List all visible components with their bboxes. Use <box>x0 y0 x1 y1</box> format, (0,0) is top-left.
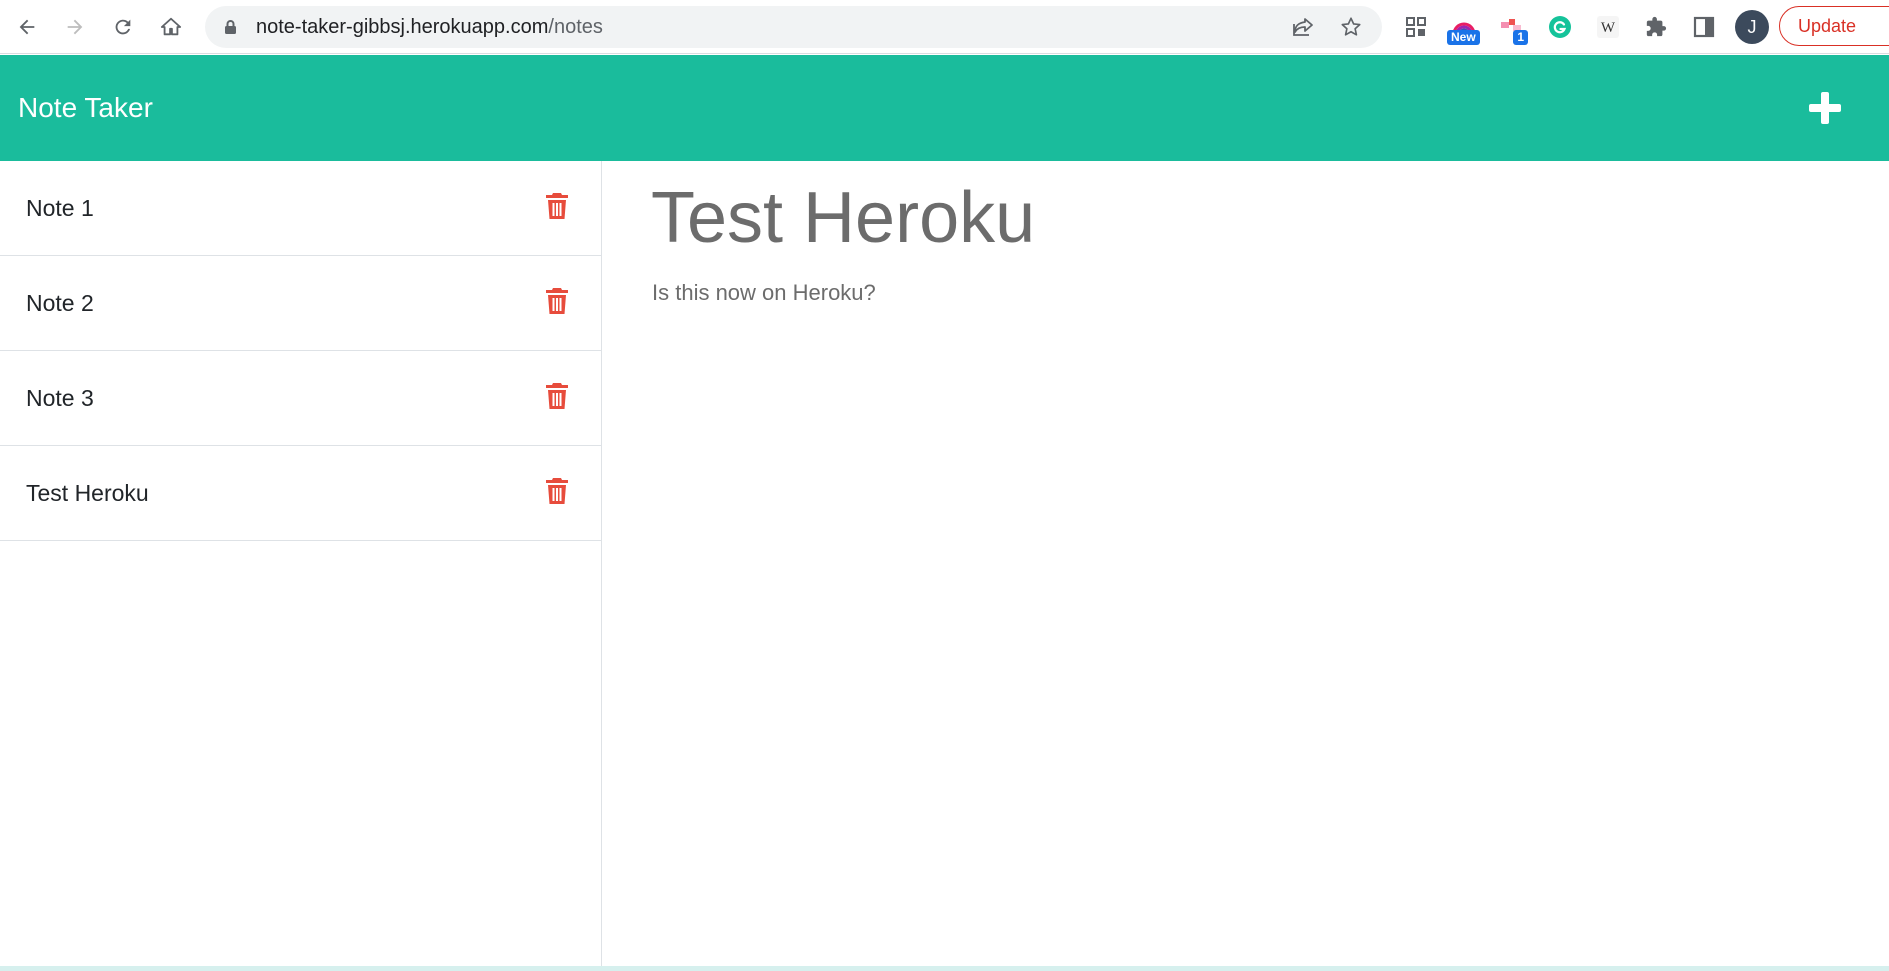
puzzle-pink-extension-icon[interactable]: 1 <box>1488 3 1536 51</box>
delete-note-button[interactable] <box>543 474 571 508</box>
new-badge: New <box>1447 30 1480 45</box>
back-button[interactable] <box>3 3 51 51</box>
bookmark-star-icon[interactable] <box>1330 6 1372 48</box>
note-title[interactable]: Note 3 <box>26 385 94 412</box>
list-item[interactable]: Note 1 <box>0 161 601 256</box>
forward-button[interactable] <box>51 3 99 51</box>
trash-icon <box>546 288 568 314</box>
share-icon[interactable] <box>1282 6 1324 48</box>
app-navbar: Note Taker <box>0 55 1889 161</box>
note-text-field[interactable]: Is this now on Heroku? <box>652 280 876 306</box>
note-title-field[interactable]: Test Heroku <box>651 177 1035 259</box>
grid-extension-icon[interactable] <box>1392 3 1440 51</box>
home-button[interactable] <box>147 3 195 51</box>
profile-button[interactable]: J <box>1728 3 1776 51</box>
notes-list: Note 1 Note 2 Note 3 Test Heroku <box>0 161 602 967</box>
plus-icon <box>1809 92 1841 124</box>
url-text[interactable]: note-taker-gibbsj.herokuapp.com/notes <box>256 16 603 39</box>
list-item[interactable]: Note 3 <box>0 351 601 446</box>
trash-icon <box>546 478 568 504</box>
bottom-divider <box>0 966 1889 971</box>
grammarly-icon[interactable] <box>1536 3 1584 51</box>
delete-note-button[interactable] <box>543 379 571 413</box>
avatar: J <box>1735 10 1769 44</box>
arrow-left-icon <box>19 19 35 34</box>
new-note-button[interactable] <box>1805 88 1845 128</box>
extensions-area: New 1 W J <box>1392 3 1776 51</box>
url-host: note-taker-gibbsj.herokuapp.com <box>256 15 549 38</box>
side-panel-icon[interactable] <box>1680 3 1728 51</box>
trash-icon <box>546 193 568 219</box>
reload-button[interactable] <box>99 3 147 51</box>
home-icon <box>160 17 182 35</box>
reload-icon <box>115 19 131 34</box>
list-item[interactable]: Test Heroku <box>0 446 601 541</box>
note-title[interactable]: Note 1 <box>26 195 94 222</box>
note-title[interactable]: Note 2 <box>26 290 94 317</box>
lock-icon[interactable] <box>222 19 238 35</box>
extensions-puzzle-icon[interactable] <box>1632 3 1680 51</box>
address-bar[interactable]: note-taker-gibbsj.herokuapp.com/notes <box>205 6 1382 48</box>
rainbow-extension-icon[interactable]: New <box>1440 3 1488 51</box>
svg-text:W: W <box>1601 20 1616 36</box>
trash-icon <box>546 383 568 409</box>
update-label: Update <box>1798 15 1857 36</box>
delete-note-button[interactable] <box>543 284 571 318</box>
note-title[interactable]: Test Heroku <box>26 480 149 507</box>
list-item[interactable]: Note 2 <box>0 256 601 351</box>
update-button[interactable]: Update <box>1779 6 1889 46</box>
note-editor: Test Heroku Is this now on Heroku? <box>603 161 1889 967</box>
browser-toolbar: note-taker-gibbsj.herokuapp.com/notes Ne… <box>0 0 1889 54</box>
delete-note-button[interactable] <box>543 189 571 223</box>
url-path: /notes <box>548 15 603 38</box>
arrow-right-icon <box>67 19 83 34</box>
app-title[interactable]: Note Taker <box>18 92 153 124</box>
count-badge: 1 <box>1513 30 1528 45</box>
wikipedia-icon[interactable]: W <box>1584 3 1632 51</box>
